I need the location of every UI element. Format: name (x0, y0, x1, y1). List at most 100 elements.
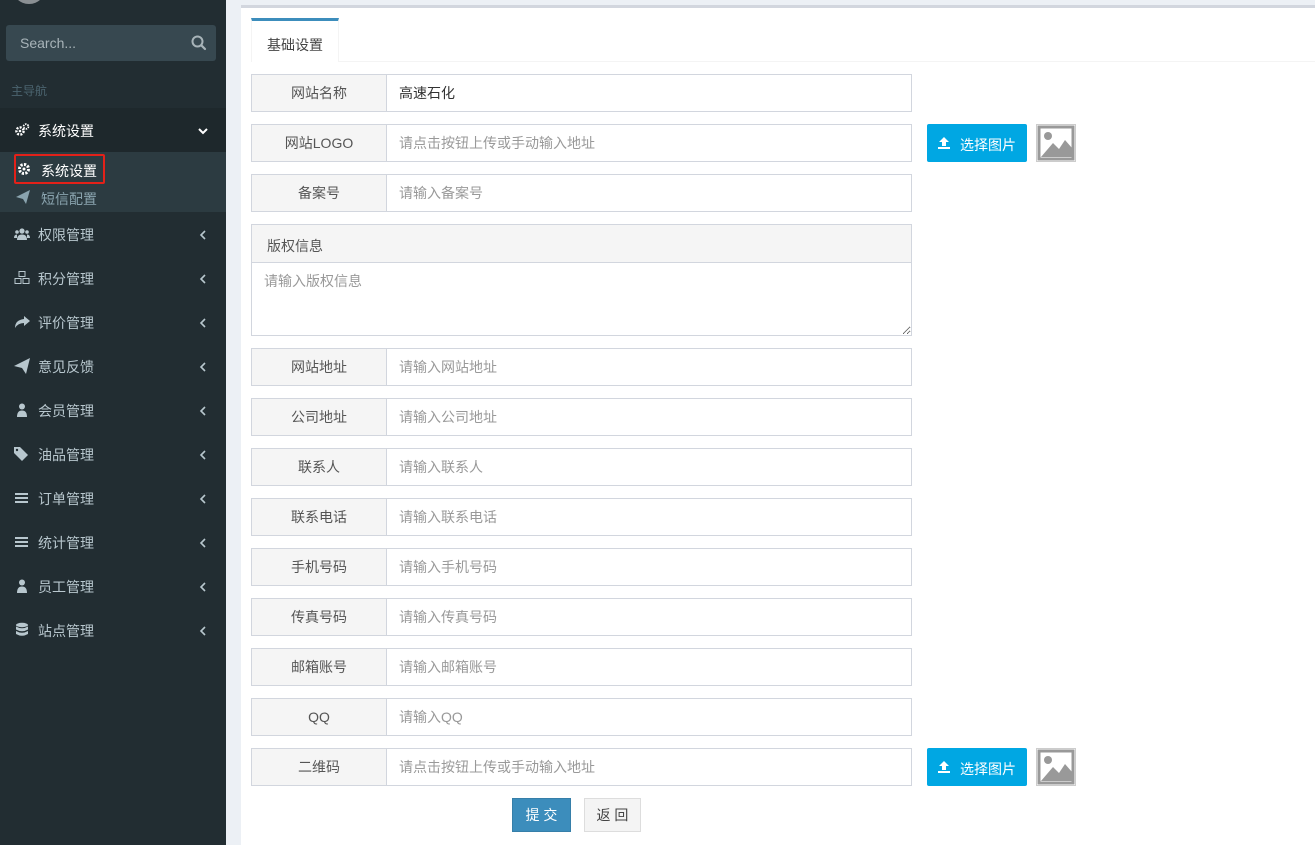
sidebar-item-oil-products[interactable]: 油品管理 (0, 432, 226, 476)
upload-icon (937, 760, 951, 774)
sidebar-item-label: 意见反馈 (38, 359, 94, 375)
sidebar-item-members[interactable]: 会员管理 (0, 388, 226, 432)
site-logo-input[interactable] (387, 125, 911, 161)
field-contact: 联系人 (251, 448, 912, 486)
user-icon (14, 578, 30, 594)
user-icon (14, 402, 30, 418)
site-url-input[interactable] (387, 349, 911, 385)
phone-input[interactable] (387, 499, 911, 535)
paper-plane-icon (14, 358, 30, 374)
tab-label: 基础设置 (267, 37, 323, 53)
field-email: 邮箱账号 (251, 648, 912, 686)
field-icp: 备案号 (251, 174, 912, 212)
share-icon (14, 314, 30, 330)
sidebar-item-statistics[interactable]: 统计管理 (0, 520, 226, 564)
sidebar-item-label: 站点管理 (38, 623, 94, 639)
field-label: 传真号码 (252, 599, 387, 635)
tab-basic-settings[interactable]: 基础设置 (251, 18, 339, 62)
qrcode-input[interactable] (387, 749, 911, 785)
chevron-left-icon (198, 448, 208, 460)
fax-input[interactable] (387, 599, 911, 635)
bars-icon (14, 490, 30, 506)
field-label: QQ (252, 699, 387, 735)
field-label: 备案号 (252, 175, 387, 211)
chevron-left-icon (198, 272, 208, 284)
sidebar-item-label: 订单管理 (38, 491, 94, 507)
field-label: 公司地址 (252, 399, 387, 435)
gear-icon (17, 162, 31, 176)
email-input[interactable] (387, 649, 911, 685)
icp-input[interactable] (387, 175, 911, 211)
search-input[interactable] (6, 25, 181, 61)
sidebar-item-label: 积分管理 (38, 271, 94, 287)
qrcode-preview-image-icon[interactable] (1036, 748, 1076, 786)
field-label: 手机号码 (252, 549, 387, 585)
sidebar-search (6, 25, 216, 61)
sidebar-item-stations[interactable]: 站点管理 (0, 608, 226, 652)
field-label: 联系电话 (252, 499, 387, 535)
chevron-left-icon (198, 228, 208, 240)
chevron-left-icon (198, 404, 208, 416)
logo-preview-image-icon[interactable] (1036, 124, 1076, 162)
field-mobile: 手机号码 (251, 548, 912, 586)
mobile-input[interactable] (387, 549, 911, 585)
sidebar-item-label: 系统设置 (38, 123, 94, 139)
sidebar-item-label: 权限管理 (38, 227, 94, 243)
tags-icon (14, 446, 30, 462)
sidebar: 主导航 系统设置 系统设置 短信配置 权限管理 积分管理 (0, 0, 226, 845)
field-copyright: 版权信息 (251, 224, 912, 336)
chevron-left-icon (198, 492, 208, 504)
sidebar-item-permissions[interactable]: 权限管理 (0, 212, 226, 256)
chevron-left-icon (198, 580, 208, 592)
contact-input[interactable] (387, 449, 911, 485)
upload-icon (937, 136, 951, 150)
sidebar-item-label: 油品管理 (38, 447, 94, 463)
field-label: 网站地址 (252, 349, 387, 385)
sidebar-item-label: 会员管理 (38, 403, 94, 419)
paper-plane-icon (16, 190, 30, 204)
field-site-name: 网站名称 (251, 74, 912, 112)
submenu-item-label: 短信配置 (41, 191, 97, 207)
tab-bar: 基础设置 (251, 18, 1315, 62)
chevron-left-icon (198, 316, 208, 328)
field-label: 二维码 (252, 749, 387, 785)
field-fax: 传真号码 (251, 598, 912, 636)
field-label: 邮箱账号 (252, 649, 387, 685)
logo-upload-button[interactable]: 选择图片 (927, 124, 1027, 162)
chevron-down-icon (198, 124, 208, 136)
field-qrcode: 二维码 (251, 748, 912, 786)
field-site-url: 网站地址 (251, 348, 912, 386)
submenu-item-system-settings[interactable]: 系统设置 (14, 154, 105, 184)
field-label: 版权信息 (267, 238, 323, 254)
gears-icon (14, 122, 30, 138)
sidebar-item-orders[interactable]: 订单管理 (0, 476, 226, 520)
sidebar-item-label: 评价管理 (38, 315, 94, 331)
field-company-address: 公司地址 (251, 398, 912, 436)
copyright-header: 版权信息 (252, 225, 911, 263)
field-label: 网站LOGO (252, 125, 387, 161)
company-address-input[interactable] (387, 399, 911, 435)
users-icon (14, 226, 30, 242)
chevron-left-icon (198, 360, 208, 372)
submit-button[interactable]: 提 交 (512, 798, 571, 832)
sidebar-item-staff[interactable]: 员工管理 (0, 564, 226, 608)
chevron-left-icon (198, 536, 208, 548)
copyright-textarea[interactable] (252, 263, 911, 335)
search-icon[interactable] (190, 34, 208, 52)
field-label: 联系人 (252, 449, 387, 485)
qrcode-upload-button[interactable]: 选择图片 (927, 748, 1027, 786)
sidebar-item-label: 员工管理 (38, 579, 94, 595)
sidebar-item-feedback[interactable]: 意见反馈 (0, 344, 226, 388)
sidebar-item-reviews[interactable]: 评价管理 (0, 300, 226, 344)
user-avatar[interactable] (12, 0, 46, 4)
qq-input[interactable] (387, 699, 911, 735)
back-button[interactable]: 返 回 (584, 798, 641, 832)
site-name-input[interactable] (387, 75, 911, 111)
sidebar-item-points[interactable]: 积分管理 (0, 256, 226, 300)
field-site-logo: 网站LOGO (251, 124, 912, 162)
upload-button-label: 选择图片 (960, 137, 1016, 153)
database-icon (14, 622, 30, 638)
field-label: 网站名称 (252, 75, 387, 111)
field-phone: 联系电话 (251, 498, 912, 536)
sidebar-item-system-settings[interactable]: 系统设置 (0, 108, 226, 152)
